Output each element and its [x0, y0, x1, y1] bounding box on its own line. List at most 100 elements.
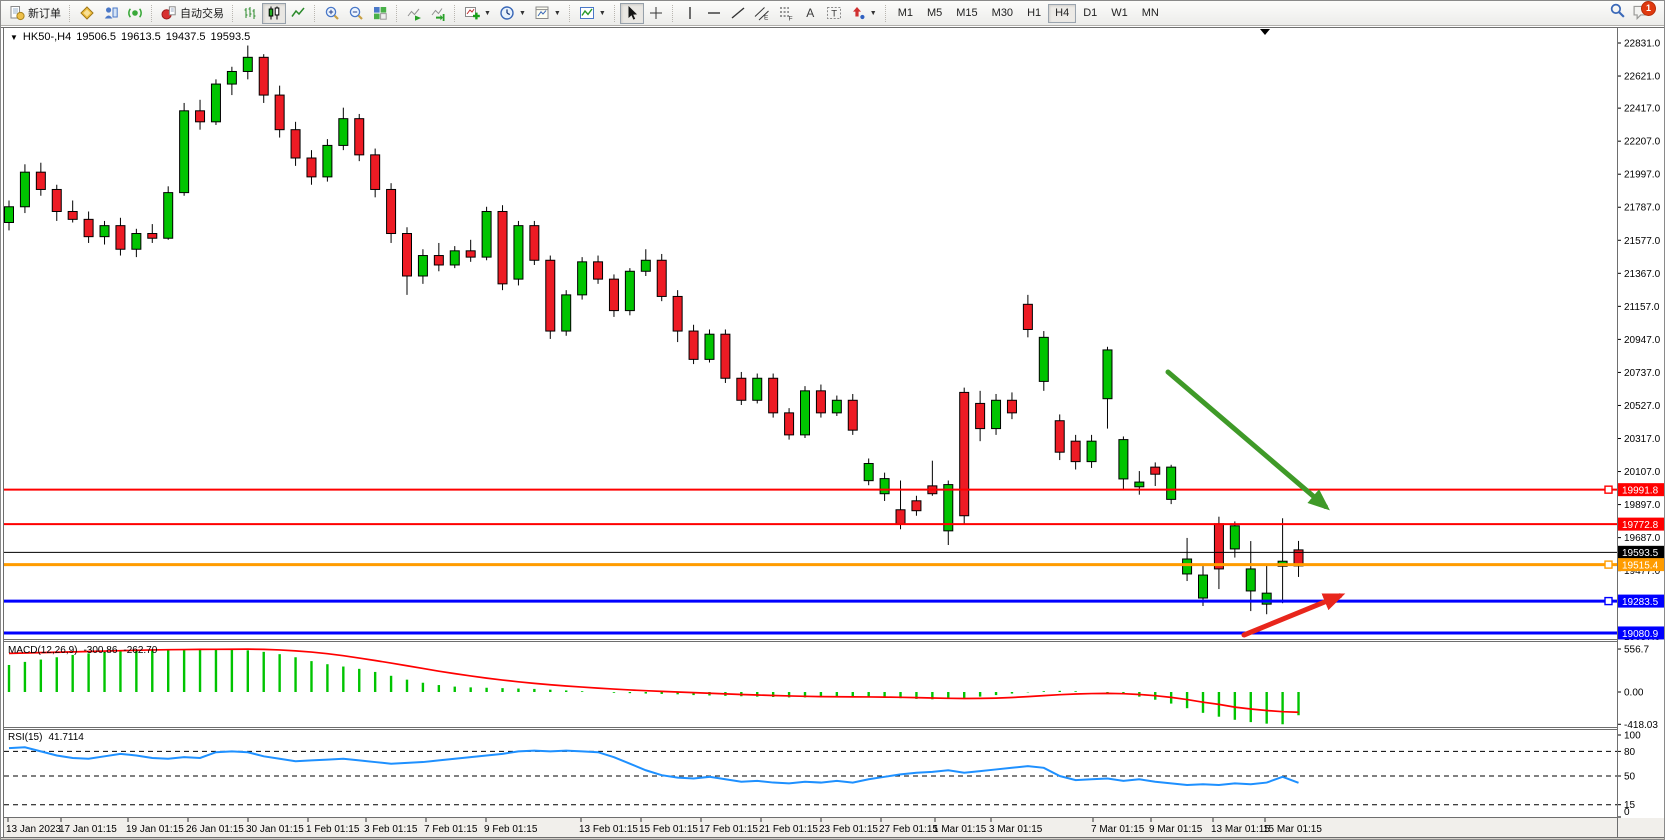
timeframe-w1-button[interactable]: W1 — [1104, 4, 1135, 23]
bar-chart-mode-button[interactable] — [238, 3, 262, 24]
time-tick-label: 19 Jan 01:15 — [126, 824, 184, 835]
text-label-icon: T — [826, 5, 842, 21]
time-tick-label: 23 Feb 01:15 — [819, 824, 878, 835]
time-tick-label: 26 Jan 01:15 — [186, 824, 244, 835]
price-level-badge-label: 19515.4 — [1622, 560, 1659, 571]
chart-low-value: 19437.5 — [166, 31, 206, 43]
chart-background — [1, 26, 1665, 840]
timeframe-h1-button[interactable]: H1 — [1020, 4, 1048, 23]
new-order-button[interactable]: 新订单 — [5, 3, 65, 24]
bull-candle-body — [1087, 441, 1096, 461]
bull-candle-body — [880, 479, 889, 494]
trading-terminal-window: 新订单自动交易▼▼▼▼EFAT▼M1M5M15M30H1H4D1W1MN 1 2… — [0, 0, 1665, 840]
rsi-axis-label: 50 — [1624, 772, 1636, 783]
horizontal-line-tool-button[interactable] — [702, 3, 726, 24]
fibonacci-tool-button[interactable]: F — [774, 3, 798, 24]
price-level-badge-label: 19283.5 — [1622, 597, 1659, 608]
bear-candle-body — [307, 158, 316, 177]
navigator-button[interactable] — [123, 3, 147, 24]
candle — [482, 207, 491, 260]
time-tick-label: 13 Jan 2023 — [6, 824, 61, 835]
bear-candle-body — [84, 219, 93, 236]
bear-candle-body — [816, 391, 825, 413]
bear-candle-body — [1055, 421, 1064, 452]
chart-open-value: 19506.5 — [76, 31, 116, 43]
line-handle[interactable] — [1605, 486, 1612, 493]
bull-candle-body — [992, 400, 1001, 428]
time-tick-label: 3 Mar 01:15 — [989, 824, 1043, 835]
chart-shift-button[interactable] — [426, 3, 450, 24]
tile-windows-button[interactable] — [368, 3, 392, 24]
time-tick-label: 3 Feb 01:15 — [364, 824, 418, 835]
candle — [769, 374, 778, 418]
bull-candle-body — [514, 226, 523, 279]
auto-scroll-icon — [406, 5, 422, 21]
line-handle[interactable] — [1605, 561, 1612, 568]
bull-candle-body — [1103, 350, 1112, 399]
indicator-list-button[interactable]: ▼ — [575, 3, 610, 24]
time-tick-label: 13 Feb 01:15 — [579, 824, 638, 835]
channel-tool-button[interactable]: E — [750, 3, 774, 24]
templates-button[interactable]: ▼ — [530, 3, 565, 24]
time-tick-label: 21 Feb 01:15 — [759, 824, 818, 835]
market-watch-button[interactable] — [75, 3, 99, 24]
timeframe-m30-button[interactable]: M30 — [985, 4, 1020, 23]
bull-candle-body — [100, 226, 109, 237]
bear-candle-body — [960, 392, 969, 515]
cursor-tool-button[interactable] — [620, 3, 644, 24]
chart-menu-triangle-icon[interactable]: ▼ — [10, 33, 18, 42]
bear-candle-body — [912, 501, 921, 511]
bull-candle-body — [20, 172, 29, 207]
add-indicator-button[interactable]: ▼ — [460, 3, 495, 24]
periods-button[interactable]: ▼ — [495, 3, 530, 24]
zoom-out-button[interactable] — [344, 3, 368, 24]
timeframe-mn-button[interactable]: MN — [1135, 4, 1166, 23]
zoom-in-button[interactable] — [320, 3, 344, 24]
line-handle[interactable] — [1605, 598, 1612, 605]
data-window-icon — [103, 5, 119, 21]
search-icon[interactable] — [1609, 2, 1626, 24]
candlestick-mode-button[interactable] — [262, 3, 286, 24]
timeframe-m15-button[interactable]: M15 — [949, 4, 984, 23]
fibonacci-icon: F — [778, 5, 794, 21]
candle — [578, 257, 587, 299]
arrows-tool-button[interactable]: ▼ — [846, 3, 881, 24]
dropdown-caret-icon: ▼ — [870, 10, 877, 17]
price-tick-label: 19897.0 — [1624, 500, 1661, 511]
macd-axis-label: 556.7 — [1624, 645, 1649, 656]
chart-high-value: 19613.5 — [121, 31, 161, 43]
time-tick-label: 7 Feb 01:15 — [424, 824, 478, 835]
timeframe-m5-button[interactable]: M5 — [920, 4, 949, 23]
indicator-list-icon — [579, 5, 595, 21]
toolbar-separator — [314, 5, 316, 22]
crosshair-tool-button[interactable] — [644, 3, 668, 24]
toolbar-separator — [69, 5, 71, 22]
bear-candle-body — [1151, 467, 1160, 474]
tile-windows-icon — [372, 5, 388, 21]
bear-candle-body — [403, 234, 412, 276]
timeframe-m1-button[interactable]: M1 — [891, 4, 920, 23]
data-window-button[interactable] — [99, 3, 123, 24]
trendline-tool-button[interactable] — [726, 3, 750, 24]
bear-candle-body — [68, 211, 77, 219]
text-label-tool-button[interactable]: T — [822, 3, 846, 24]
bear-candle-body — [275, 95, 284, 130]
auto-scroll-button[interactable] — [402, 3, 426, 24]
candle — [180, 103, 189, 196]
zoom-out-icon — [348, 5, 364, 21]
vertical-line-tool-button[interactable] — [678, 3, 702, 24]
bull-candle-body — [832, 400, 841, 413]
price-level-badge-label: 19772.8 — [1622, 520, 1659, 531]
bear-candle-body — [196, 111, 205, 122]
text-tool-button[interactable]: A — [798, 3, 822, 24]
timeframe-d1-button[interactable]: D1 — [1076, 4, 1104, 23]
bull-candle-body — [1135, 482, 1144, 487]
time-tick-label: 13 Mar 01:15 — [1211, 824, 1270, 835]
line-chart-mode-button[interactable] — [286, 3, 310, 24]
bear-candle-body — [148, 234, 157, 239]
chart-shift-icon — [430, 5, 446, 21]
bear-candle-body — [976, 403, 985, 428]
notifications-button[interactable]: 1 — [1632, 4, 1654, 22]
timeframe-h4-button[interactable]: H4 — [1048, 4, 1076, 23]
autotrading-button[interactable]: 自动交易 — [157, 3, 228, 24]
